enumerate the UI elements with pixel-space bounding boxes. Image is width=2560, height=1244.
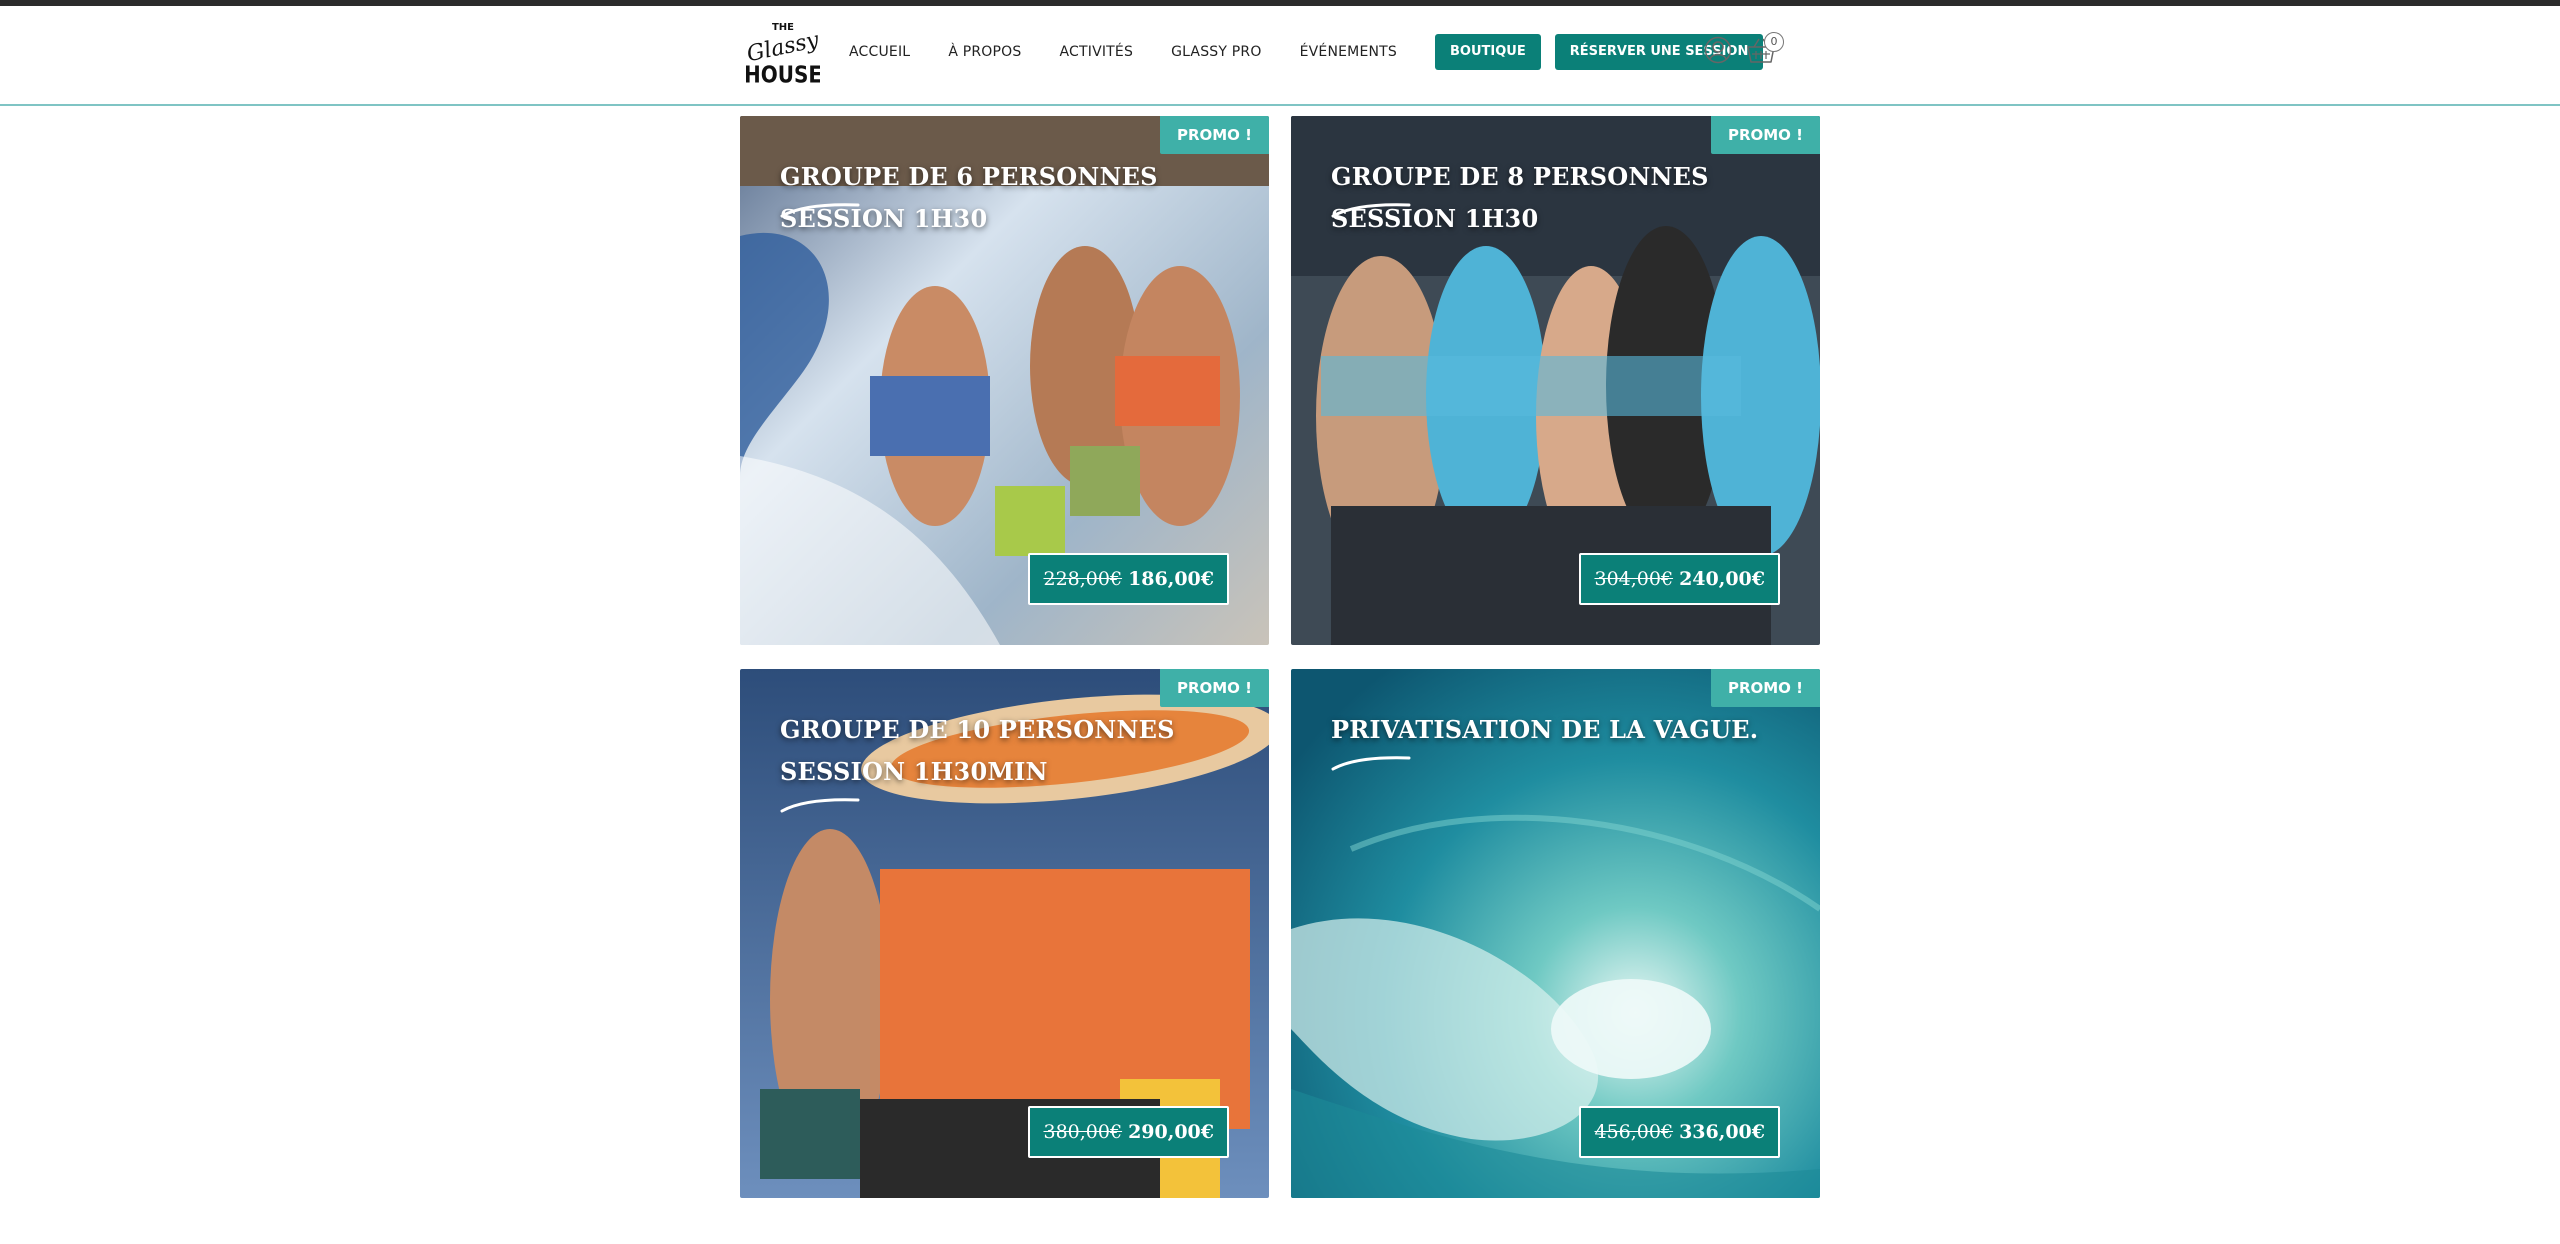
old-price: 304,00€ bbox=[1594, 568, 1674, 590]
cart-count-badge: 0 bbox=[1764, 32, 1784, 52]
reserve-session-button[interactable]: Réserver une session bbox=[1554, 34, 1764, 70]
new-price: 336,00€ bbox=[1679, 1121, 1765, 1143]
promo-badge: PROMO ! bbox=[1710, 116, 1820, 154]
main-nav: Accueil À propos Activités Glassy pro Év… bbox=[849, 30, 1764, 74]
svg-text:HOUSE: HOUSE bbox=[746, 62, 820, 88]
price-tag[interactable]: 228,00€ 186,00€ bbox=[1028, 553, 1229, 605]
nav-activites[interactable]: Activités bbox=[1059, 44, 1133, 60]
swoosh-decoration bbox=[1331, 756, 1411, 771]
new-price: 240,00€ bbox=[1679, 568, 1765, 590]
product-card[interactable]: PROMO ! GROUPE DE 6 PERSONNES SESSION 1H… bbox=[740, 116, 1269, 645]
product-title[interactable]: PRIVATISATION DE LA VAGUE. bbox=[1331, 709, 1801, 751]
swoosh-decoration bbox=[1331, 203, 1411, 218]
nav-glassy-pro[interactable]: Glassy pro bbox=[1171, 44, 1262, 60]
swoosh-decoration bbox=[780, 203, 860, 218]
svg-text:THE: THE bbox=[772, 22, 794, 33]
price-tag[interactable]: 304,00€ 240,00€ bbox=[1579, 553, 1780, 605]
product-title[interactable]: GROUPE DE 6 PERSONNES SESSION 1H30 bbox=[780, 156, 1250, 240]
product-grid: PROMO ! GROUPE DE 6 PERSONNES SESSION 1H… bbox=[740, 116, 1820, 1198]
product-title[interactable]: GROUPE DE 8 PERSONNES SESSION 1H30 bbox=[1331, 156, 1801, 240]
old-price: 228,00€ bbox=[1043, 568, 1123, 590]
price-tag[interactable]: 380,00€ 290,00€ bbox=[1028, 1106, 1229, 1158]
boutique-button[interactable]: Boutique bbox=[1435, 34, 1541, 70]
old-price: 456,00€ bbox=[1594, 1121, 1674, 1143]
promo-badge: PROMO ! bbox=[1159, 116, 1269, 154]
product-card[interactable]: PROMO ! PRIVATISATION DE LA VAGUE. 456,0… bbox=[1291, 669, 1820, 1198]
new-price: 290,00€ bbox=[1128, 1121, 1214, 1143]
old-price: 380,00€ bbox=[1043, 1121, 1123, 1143]
glassy-house-logo[interactable]: THE Glassy HOUSE bbox=[746, 18, 820, 88]
user-icon[interactable] bbox=[1704, 36, 1732, 64]
promo-badge: PROMO ! bbox=[1710, 669, 1820, 707]
product-title[interactable]: GROUPE DE 10 PERSONNES SESSION 1H30MIN bbox=[780, 709, 1250, 793]
nav-accueil[interactable]: Accueil bbox=[849, 44, 910, 60]
product-card[interactable]: PROMO ! GROUPE DE 10 PERSONNES SESSION 1… bbox=[740, 669, 1269, 1198]
header-divider bbox=[0, 104, 2560, 106]
swoosh-decoration bbox=[780, 798, 860, 813]
price-tag[interactable]: 456,00€ 336,00€ bbox=[1579, 1106, 1780, 1158]
new-price: 186,00€ bbox=[1128, 568, 1214, 590]
promo-badge: PROMO ! bbox=[1159, 669, 1269, 707]
nav-evenements[interactable]: Événements bbox=[1300, 44, 1397, 60]
product-card[interactable]: PROMO ! GROUPE DE 8 PERSONNES SESSION 1H… bbox=[1291, 116, 1820, 645]
nav-a-propos[interactable]: À propos bbox=[948, 44, 1021, 60]
